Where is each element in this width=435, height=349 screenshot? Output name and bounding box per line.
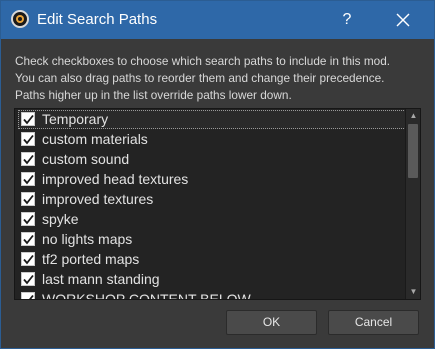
path-checkbox[interactable]: [21, 272, 35, 286]
close-icon: [396, 13, 410, 27]
checkmark-icon: [23, 254, 34, 265]
search-path-item[interactable]: improved head textures: [18, 170, 406, 189]
path-checkbox[interactable]: [21, 152, 35, 166]
path-label: improved head textures: [42, 171, 189, 187]
path-label: spyke: [42, 211, 79, 227]
instructions-line: Paths higher up in the list override pat…: [15, 88, 292, 102]
path-label: WORKSHOP CONTENT BELOW: [42, 291, 251, 300]
checkmark-icon: [23, 194, 34, 205]
path-label: last mann standing: [42, 271, 160, 287]
vertical-scrollbar[interactable]: ▲ ▼: [405, 109, 420, 299]
path-checkbox[interactable]: [21, 112, 35, 126]
scroll-down-arrow-icon[interactable]: ▼: [406, 285, 420, 299]
help-button[interactable]: ?: [324, 1, 370, 39]
path-checkbox[interactable]: [21, 252, 35, 266]
search-paths-list[interactable]: Temporary custom materials custom sound imp…: [14, 108, 421, 300]
search-path-item[interactable]: WORKSHOP CONTENT BELOW: [18, 290, 406, 300]
window-title: Edit Search Paths: [37, 11, 158, 28]
path-checkbox[interactable]: [21, 232, 35, 246]
app-icon: [11, 10, 29, 28]
scroll-up-arrow-icon[interactable]: ▲: [406, 109, 420, 123]
scroll-thumb[interactable]: [408, 124, 418, 178]
path-label: custom sound: [42, 151, 130, 167]
checkmark-icon: [23, 154, 34, 165]
instructions-line: You can also drag paths to reorder them …: [15, 71, 385, 85]
path-checkbox[interactable]: [21, 212, 35, 226]
instructions-line: Check checkboxes to choose which search …: [15, 54, 391, 68]
checkmark-icon: [23, 174, 34, 185]
path-label: no lights maps: [42, 231, 133, 247]
checkmark-icon: [24, 294, 34, 299]
checkmark-icon: [23, 114, 34, 125]
path-checkbox[interactable]: [21, 292, 35, 299]
instructions-text: Check checkboxes to choose which search …: [15, 53, 425, 104]
checkmark-icon: [23, 274, 34, 285]
cancel-button[interactable]: Cancel: [328, 310, 419, 335]
search-path-item[interactable]: Temporary: [18, 110, 406, 129]
search-path-item[interactable]: no lights maps: [18, 230, 406, 249]
search-path-item[interactable]: spyke: [18, 210, 406, 229]
path-label: tf2 ported maps: [42, 251, 140, 267]
checkmark-icon: [23, 214, 34, 225]
search-path-item[interactable]: custom sound: [18, 150, 406, 169]
path-checkbox[interactable]: [21, 132, 35, 146]
search-path-item[interactable]: tf2 ported maps: [18, 250, 406, 269]
edit-search-paths-dialog: Edit Search Paths ? Check checkboxes to …: [0, 0, 435, 349]
search-path-item[interactable]: last mann standing: [18, 270, 406, 289]
search-path-item[interactable]: custom materials: [18, 130, 406, 149]
path-label: Temporary: [42, 111, 109, 127]
path-label: custom materials: [42, 131, 148, 147]
search-path-item[interactable]: improved textures: [18, 190, 406, 209]
title-bar[interactable]: Edit Search Paths ?: [1, 1, 434, 39]
path-label: improved textures: [42, 191, 154, 207]
path-checkbox[interactable]: [21, 192, 35, 206]
checkmark-icon: [23, 134, 34, 145]
close-button[interactable]: [380, 1, 426, 39]
ok-button[interactable]: OK: [226, 310, 317, 335]
checkmark-icon: [23, 234, 34, 245]
path-checkbox[interactable]: [21, 172, 35, 186]
